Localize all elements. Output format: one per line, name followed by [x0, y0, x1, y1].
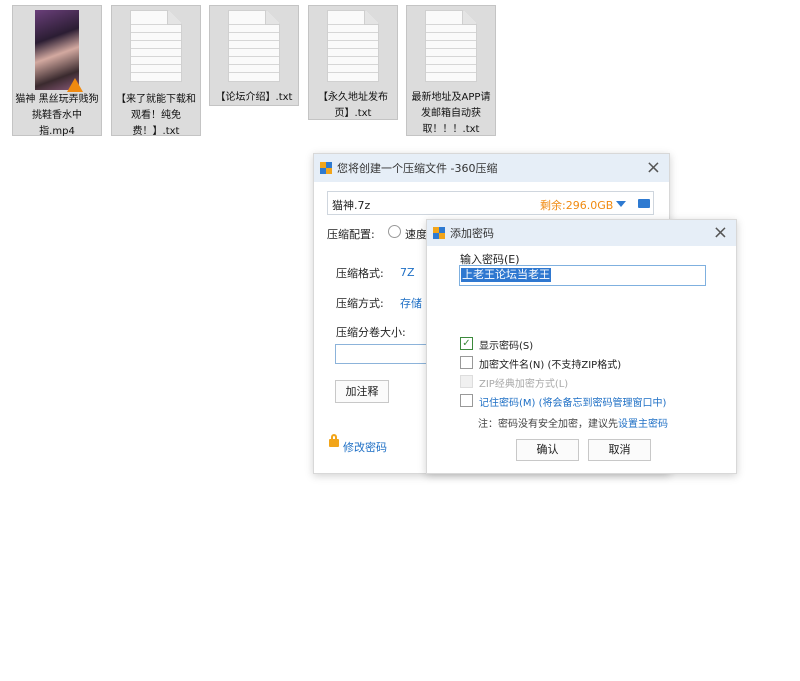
password-value: 上老王论坛当老王: [461, 268, 551, 282]
filename-input[interactable]: 猫神.7z: [332, 197, 370, 213]
security-note: 注：密码没有安全加密，建议先设置主密码: [478, 415, 668, 430]
confirm-button[interactable]: 确认: [516, 439, 579, 461]
free-space-label: 剩余:296.0GB: [540, 199, 614, 212]
checkbox-unchecked: [460, 394, 473, 407]
password-input[interactable]: 上老王论坛当老王: [459, 265, 706, 286]
format-value[interactable]: 7Z: [400, 266, 415, 279]
file-icon-video[interactable]: 猫神 黑丝玩弄贱狗挑鞋香水中指.mp4: [12, 5, 102, 137]
speed-radio[interactable]: [388, 225, 401, 238]
text-file-icon: [327, 10, 379, 82]
lock-shackle: [331, 434, 337, 440]
close-icon[interactable]: ×: [713, 223, 728, 243]
encrypt-filename-label: 加密文件名(N) (不支持ZIP格式): [479, 360, 622, 371]
vlc-cone-icon: [67, 78, 83, 92]
checkbox-disabled: [460, 375, 473, 388]
chevron-down-icon[interactable]: [616, 201, 626, 207]
video-thumbnail: [35, 10, 83, 92]
format-label: 压缩格式:: [336, 267, 384, 280]
speed-option-label: 速度: [405, 228, 427, 241]
password-dialog: 添加密码 × 输入密码(E) 上老王论坛当老王 ✓ 显示密码(S) 加密文件名(…: [426, 219, 737, 474]
file-name: 最新地址及APP请发邮箱自动获取！！！.txt: [411, 92, 491, 135]
method-value[interactable]: 存储: [400, 295, 422, 311]
add-comment-label: 加注释: [345, 385, 379, 398]
cancel-button[interactable]: 取消: [588, 439, 651, 461]
password-dialog-titlebar[interactable]: 添加密码 ×: [427, 220, 736, 246]
file-icon-text[interactable]: 【永久地址发布页】.txt: [308, 5, 398, 120]
method-label: 压缩方式:: [336, 297, 384, 310]
text-file-icon: [130, 10, 182, 82]
file-name: 【永久地址发布页】.txt: [318, 92, 388, 119]
change-password-link[interactable]: 修改密码: [343, 439, 387, 455]
add-comment-button[interactable]: 加注释: [335, 380, 389, 403]
set-master-password-link[interactable]: 设置主密码: [618, 419, 668, 430]
file-name: 猫神 黑丝玩弄贱狗挑鞋香水中指.mp4: [15, 94, 99, 137]
close-icon[interactable]: ×: [646, 158, 661, 178]
filename-field[interactable]: 猫神.7z 剩余:296.0GB: [327, 191, 654, 215]
text-file-icon: [425, 10, 477, 82]
split-size-label: 压缩分卷大小:: [336, 326, 406, 339]
checkbox-checked: ✓: [460, 337, 473, 350]
compress-dialog-title: 您将创建一个压缩文件 -360压缩: [337, 162, 498, 175]
remember-password-label: 记住密码(M) (将会备忘到密码管理窗口中): [479, 398, 667, 409]
text-file-icon: [228, 10, 280, 82]
lock-icon: [329, 439, 339, 447]
password-dialog-title: 添加密码: [450, 227, 494, 240]
file-name: 【来了就能下载和观看！纯免费！】.txt: [116, 94, 196, 137]
checkbox-unchecked: [460, 356, 473, 369]
360zip-app-icon: [433, 227, 445, 239]
confirm-label: 确认: [536, 443, 559, 456]
config-label: 压缩配置:: [327, 228, 375, 241]
file-name: 【论坛介绍】.txt: [215, 92, 293, 103]
cancel-label: 取消: [608, 443, 631, 456]
file-icon-text[interactable]: 【来了就能下载和观看！纯免费！】.txt: [111, 5, 201, 137]
split-size-input[interactable]: [335, 344, 427, 364]
zip-classic-label: ZIP经典加密方式(L): [479, 379, 569, 390]
folder-icon[interactable]: [638, 199, 650, 208]
note-text: 注：密码没有安全加密，建议先: [478, 419, 618, 430]
file-icon-text[interactable]: 【论坛介绍】.txt: [209, 5, 299, 106]
compress-dialog-titlebar[interactable]: 您将创建一个压缩文件 -360压缩 ×: [314, 154, 669, 182]
show-password-label: 显示密码(S): [479, 341, 534, 352]
360zip-app-icon: [320, 162, 332, 174]
file-icon-text[interactable]: 最新地址及APP请发邮箱自动获取！！！.txt: [406, 5, 496, 136]
